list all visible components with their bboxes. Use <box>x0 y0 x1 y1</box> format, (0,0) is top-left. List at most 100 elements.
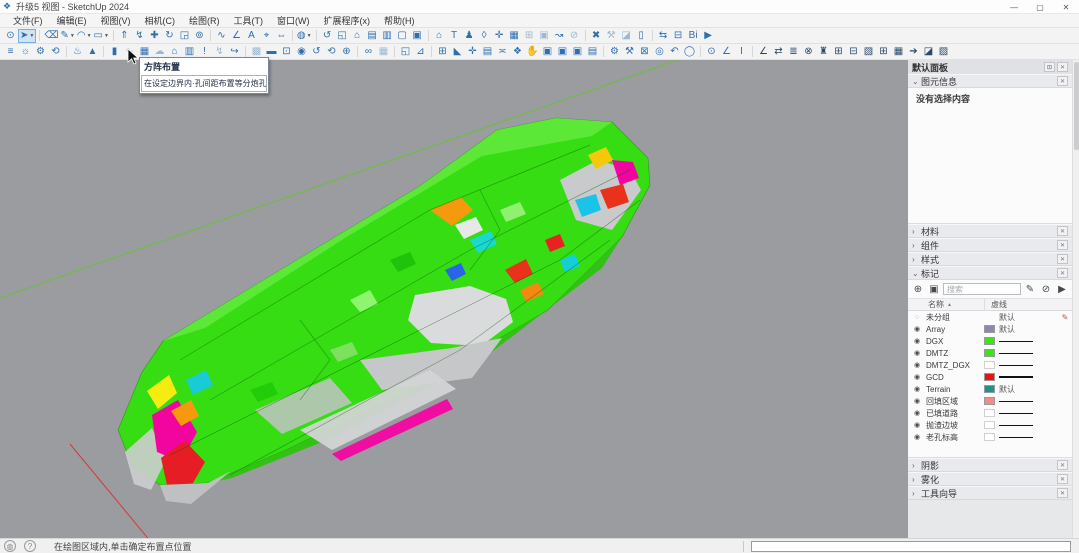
tag-row[interactable]: ○未分组默认✎ <box>908 311 1072 323</box>
3d-viewport[interactable]: 方阵布置 在设定边界内·孔间距布置等分炮孔 <box>0 60 908 538</box>
edit-pencil-icon[interactable]: ✎ <box>1058 313 1072 322</box>
section-components[interactable]: › 组件 ✕ <box>908 238 1072 252</box>
pencil-icon[interactable]: ✎ <box>1023 284 1037 295</box>
menu-draw[interactable]: 绘图(R) <box>182 14 227 28</box>
protractor-icon[interactable]: ∠ <box>229 29 244 43</box>
eye-visibility-icon[interactable]: ◉ <box>908 349 926 357</box>
collapse-icon[interactable]: ⊟ <box>671 29 686 43</box>
tag-row[interactable]: ◉抛渣边坡 <box>908 419 1072 431</box>
tag-dashes[interactable] <box>999 353 1072 354</box>
wrench-icon[interactable]: ⚒ <box>622 45 637 59</box>
tag-color-swatch[interactable] <box>984 409 995 417</box>
move-tool-icon[interactable]: ✚ <box>147 29 162 43</box>
swap-2-icon[interactable]: ⇄ <box>771 45 786 59</box>
tag-dashes[interactable]: 默认 <box>999 324 1072 335</box>
scale-tool-icon[interactable]: ◲ <box>177 29 192 43</box>
tag-color-swatch[interactable] <box>984 337 995 345</box>
section-styles[interactable]: › 样式 ✕ <box>908 252 1072 266</box>
select-tool-icon[interactable]: ➤▼ <box>18 29 36 43</box>
camera-previous-icon[interactable]: ↺ <box>320 29 335 43</box>
swap-icon[interactable]: ⇆ <box>656 29 671 43</box>
tag-color-swatch[interactable] <box>984 349 995 357</box>
section-close-icon[interactable]: ✕ <box>1057 474 1068 484</box>
offset-tool-icon[interactable]: ⊚ <box>192 29 207 43</box>
tag-row[interactable]: ◉回填区域 <box>908 395 1072 407</box>
eye-visibility-icon[interactable]: ◉ <box>908 397 926 405</box>
rows-icon[interactable]: ▤ <box>480 45 495 59</box>
tag-dashes[interactable] <box>999 365 1072 366</box>
section-close-icon[interactable]: ✕ <box>1057 254 1068 264</box>
frame-icon[interactable]: ⊡ <box>279 45 294 59</box>
tag-color-swatch[interactable] <box>984 373 995 381</box>
eye-visibility-icon[interactable]: ◉ <box>908 433 926 441</box>
equalize-icon[interactable]: ≍ <box>495 45 510 59</box>
terrain-icon[interactable]: ▲ <box>85 45 100 59</box>
eye-visibility-icon[interactable]: ○ <box>908 314 926 321</box>
dropdown-arrow-icon[interactable]: ▼ <box>87 33 92 39</box>
tag-row[interactable]: ◉老孔标高 <box>908 431 1072 443</box>
walk-tool-icon[interactable]: ♟ <box>462 29 477 43</box>
gear-2-icon[interactable]: ⚙ <box>607 45 622 59</box>
add-circle-icon[interactable]: ⊕ <box>339 45 354 59</box>
section-close-icon[interactable]: ✕ <box>1057 240 1068 250</box>
clipboard-1-icon[interactable]: ▣ <box>540 45 555 59</box>
add-tag-icon[interactable]: ⊕ <box>911 284 925 295</box>
grid-icon[interactable]: ▦ <box>507 29 522 43</box>
tag-row[interactable]: ◉DMTZ_DGX <box>908 359 1072 371</box>
bim-icon[interactable]: Bi <box>686 29 701 43</box>
line-tool-icon[interactable]: ✎▼ <box>59 29 75 43</box>
dark-image-icon[interactable]: ◪ <box>921 45 936 59</box>
eye-visibility-icon[interactable]: ◉ <box>908 409 926 417</box>
tape-measure-icon[interactable]: ∿ <box>214 29 229 43</box>
menu-view[interactable]: 视图(V) <box>94 14 138 28</box>
image-1-icon[interactable]: ▧ <box>861 45 876 59</box>
section-close-icon[interactable]: ✕ <box>1057 226 1068 236</box>
maximize-button[interactable]: ▢ <box>1027 0 1053 14</box>
clipboard-2-icon[interactable]: ▣ <box>555 45 570 59</box>
slope-angle-icon[interactable]: ⊿ <box>413 45 428 59</box>
eye-visibility-icon[interactable]: ◉ <box>908 421 926 429</box>
eye-visibility-icon[interactable]: ◉ <box>908 373 926 381</box>
section-close-icon[interactable]: ✕ <box>1057 460 1068 470</box>
dropdown-arrow-icon[interactable]: ▼ <box>70 33 75 39</box>
orbit-icon[interactable]: ⟲ <box>324 45 339 59</box>
dropdown-arrow-icon[interactable]: ▼ <box>104 33 109 39</box>
notes-icon[interactable]: ▤ <box>585 45 600 59</box>
dropdown-arrow-icon[interactable]: ▼ <box>29 33 34 39</box>
menu-extensions[interactable]: 扩展程序(x) <box>317 14 378 28</box>
eraser-tool-icon[interactable]: ⌫ <box>43 29 59 43</box>
tag-dashes[interactable] <box>999 413 1072 414</box>
section-tags[interactable]: ⌄ 标记 ✕ <box>908 266 1072 280</box>
badge-icon[interactable]: ❖ <box>510 45 525 59</box>
tag-color-swatch[interactable] <box>984 361 995 369</box>
solid-tools-icon[interactable]: ⚒ <box>604 29 619 43</box>
list-2-icon[interactable]: ≣ <box>786 45 801 59</box>
eye-visibility-icon[interactable]: ◉ <box>908 325 926 333</box>
purge-icon[interactable]: ⊘ <box>1039 284 1053 295</box>
eye-visibility-icon[interactable]: ◉ <box>908 385 926 393</box>
sun-settings-icon[interactable]: ☼ <box>18 45 33 59</box>
view-back-icon[interactable]: ▢ <box>395 29 410 43</box>
link-icon[interactable]: ∞ <box>361 45 376 59</box>
section-entity-info[interactable]: ⌄ 图元信息 ✕ <box>908 74 1072 88</box>
menu-window[interactable]: 窗口(W) <box>270 14 317 28</box>
scrollbar-thumb[interactable] <box>1074 62 1079 150</box>
tray-scrollbar[interactable] <box>1072 60 1079 538</box>
followme-tool-icon[interactable]: ↯ <box>132 29 147 43</box>
tags-search-input[interactable] <box>943 283 1021 295</box>
section-close-icon[interactable]: ✕ <box>1057 488 1068 498</box>
cross-move-icon[interactable]: ✛ <box>465 45 480 59</box>
tag-row[interactable]: ◉DGX <box>908 335 1072 347</box>
geolocation-icon[interactable]: ◍ <box>4 540 16 552</box>
arc-tool-icon[interactable]: ◠▼ <box>76 29 93 43</box>
axes-tool-icon[interactable]: ⌖ <box>259 29 274 43</box>
view-top-icon[interactable]: ⌂ <box>350 29 365 43</box>
arrow-jump-icon[interactable]: ➔ <box>906 45 921 59</box>
help-circle-icon[interactable]: ◎ <box>652 45 667 59</box>
play-icon[interactable]: ▶ <box>701 29 716 43</box>
hide-rest-icon[interactable]: ⊘ <box>567 29 582 43</box>
refresh-icon[interactable]: ⟲ <box>48 45 63 59</box>
freehand-icon[interactable]: ↝ <box>552 29 567 43</box>
menu-camera[interactable]: 相机(C) <box>138 14 183 28</box>
lamp-icon[interactable]: ♨ <box>70 45 85 59</box>
